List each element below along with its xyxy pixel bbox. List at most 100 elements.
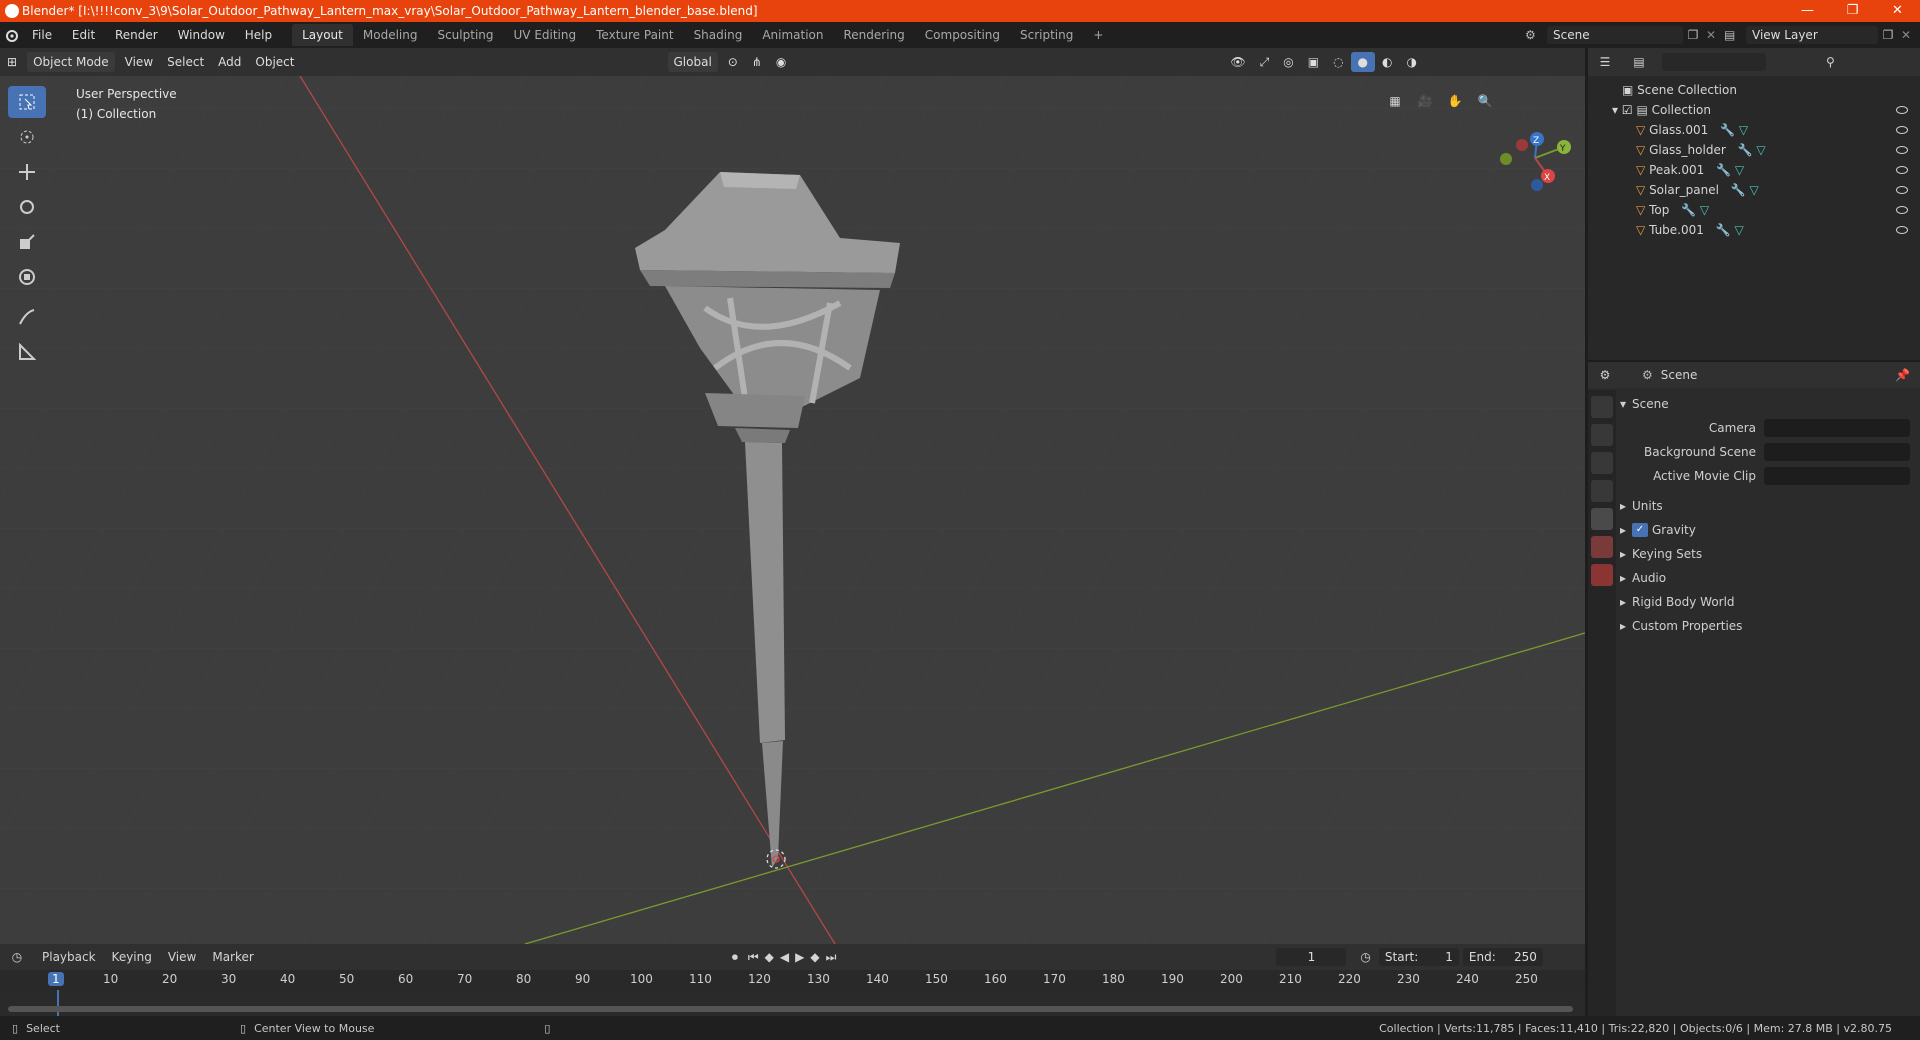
tab-animation[interactable]: Animation — [752, 24, 833, 46]
outliner-row-glass-001[interactable]: ▽ Glass.001 🔧 ▽ — [1588, 120, 1920, 140]
eye-icon[interactable] — [1896, 166, 1908, 174]
frame-tick-current[interactable]: 1 — [48, 972, 64, 986]
menu-edit[interactable]: Edit — [64, 28, 103, 42]
gizmo-toggle-icon[interactable]: ⤢ — [1253, 52, 1277, 72]
maximize-button[interactable]: ❐ — [1830, 0, 1875, 22]
delete-scene-icon[interactable]: ✕ — [1703, 28, 1719, 42]
scene-field[interactable]: Scene — [1547, 26, 1683, 44]
close-button[interactable]: ✕ — [1875, 0, 1920, 22]
marker-menu[interactable]: Marker — [204, 950, 261, 964]
toggle-perspective-icon[interactable]: ▦ — [1380, 88, 1410, 114]
scene-panel-header[interactable]: ▾ Scene — [1620, 392, 1916, 416]
blender-menu-icon[interactable] — [0, 22, 24, 48]
tab-scripting[interactable]: Scripting — [1010, 24, 1083, 46]
start-frame-field[interactable]: Start: 1 — [1378, 948, 1459, 966]
background-scene-field[interactable] — [1764, 443, 1910, 461]
rotate-tool-icon[interactable] — [8, 191, 46, 223]
collection-checkbox[interactable]: ☑ — [1622, 103, 1633, 117]
tab-layout[interactable]: Layout — [292, 24, 353, 46]
outliner-row-top[interactable]: ▽ Top 🔧 ▽ — [1588, 200, 1920, 220]
custom-properties-section[interactable]: ▸ Custom Properties — [1620, 614, 1916, 638]
menu-file[interactable]: File — [24, 28, 60, 42]
new-view-layer-icon[interactable]: ❐ — [1878, 28, 1898, 42]
delete-view-layer-icon[interactable]: ✕ — [1898, 28, 1914, 42]
proportional-editing-icon[interactable]: ◉ — [769, 52, 793, 72]
record-icon[interactable]: ⏺ — [732, 950, 738, 965]
material-shading-icon[interactable]: ◐ — [1375, 52, 1399, 72]
timeline-editor-icon[interactable]: ◷ — [0, 950, 34, 964]
eye-icon[interactable] — [1896, 126, 1908, 134]
scene-tab-icon[interactable] — [1591, 508, 1613, 530]
world-tab-icon[interactable] — [1591, 536, 1613, 558]
object-menu[interactable]: Object — [248, 52, 301, 72]
frame-ruler[interactable]: 1 10 20 30 40 50 60 70 80 90 100 110 120… — [0, 970, 1585, 990]
timeline-view-menu[interactable]: View — [160, 950, 204, 964]
audio-section[interactable]: ▸ Audio — [1620, 566, 1916, 590]
rigid-body-world-section[interactable]: ▸ Rigid Body World — [1620, 590, 1916, 614]
add-menu[interactable]: Add — [211, 52, 248, 72]
outliner-row-solar-panel[interactable]: ▽ Solar_panel 🔧 ▽ — [1588, 180, 1920, 200]
tool-tab-icon[interactable] — [1591, 396, 1613, 418]
view-layer-tab-icon[interactable] — [1591, 480, 1613, 502]
view-layer-field[interactable]: View Layer — [1746, 26, 1878, 44]
eye-icon[interactable] — [1896, 106, 1908, 114]
rendered-shading-icon[interactable]: ◑ — [1400, 52, 1424, 72]
collection-row[interactable]: ▾ ☑ ▤ Collection — [1588, 100, 1920, 120]
active-movie-clip-field[interactable] — [1764, 467, 1910, 485]
editor-type-icon[interactable]: ⊞ — [0, 52, 24, 72]
cursor-tool-icon[interactable] — [8, 121, 46, 153]
playback-menu[interactable]: Playback — [34, 950, 104, 964]
pan-hand-icon[interactable]: ✋ — [1440, 88, 1470, 114]
xray-icon[interactable]: ▣ — [1301, 52, 1326, 72]
properties-editor-icon[interactable]: ⚙ — [1588, 368, 1622, 382]
expand-arrow-icon[interactable]: ▾ — [1612, 103, 1618, 117]
play-icon[interactable]: ▶ — [795, 950, 804, 964]
menu-window[interactable]: Window — [170, 28, 233, 42]
output-tab-icon[interactable] — [1591, 452, 1613, 474]
view-menu[interactable]: View — [118, 52, 160, 72]
current-frame-field[interactable]: 1 — [1276, 948, 1347, 966]
display-mode-icon[interactable]: ▤ — [1622, 55, 1656, 69]
transform-orientation-dropdown[interactable]: Global — [667, 52, 718, 72]
select-box-tool-icon[interactable] — [8, 86, 46, 118]
add-workspace-button[interactable]: + — [1083, 24, 1113, 46]
outliner-row-glass-holder[interactable]: ▽ Glass_holder 🔧 ▽ — [1588, 140, 1920, 160]
outliner-editor-icon[interactable]: ☰ — [1588, 55, 1622, 69]
tab-shading[interactable]: Shading — [684, 24, 753, 46]
tab-compositing[interactable]: Compositing — [915, 24, 1010, 46]
zoom-icon[interactable]: 🔍 — [1470, 88, 1500, 114]
eye-icon[interactable] — [1896, 226, 1908, 234]
outliner-row-tube-001[interactable]: ▽ Tube.001 🔧 ▽ — [1588, 220, 1920, 240]
tab-rendering[interactable]: Rendering — [834, 24, 915, 46]
gravity-section[interactable]: ▸ ✓ Gravity — [1620, 518, 1916, 542]
measure-tool-icon[interactable] — [8, 336, 46, 368]
eye-icon[interactable] — [1896, 146, 1908, 154]
gravity-checkbox[interactable]: ✓ — [1632, 523, 1648, 537]
pivot-point-icon[interactable]: ⊙ — [721, 52, 745, 72]
3d-viewport[interactable]: Z Y X ⊞ Object Mode View Select Add Obje… — [0, 48, 1585, 944]
visibility-icon[interactable]: 👁 — [1223, 52, 1252, 72]
menu-render[interactable]: Render — [107, 28, 166, 42]
jump-end-icon[interactable]: ⏭ — [826, 950, 837, 965]
play-reverse-icon[interactable]: ◀ — [780, 950, 789, 964]
units-section[interactable]: ▸ Units — [1620, 494, 1916, 518]
scene-collection-row[interactable]: ▣ Scene Collection — [1588, 80, 1920, 100]
annotate-tool-icon[interactable] — [8, 301, 46, 333]
camera-field[interactable] — [1764, 419, 1910, 437]
outliner-search-input[interactable] — [1662, 53, 1766, 71]
tab-modeling[interactable]: Modeling — [353, 24, 428, 46]
new-scene-icon[interactable]: ❐ — [1683, 28, 1703, 42]
pin-icon[interactable]: 📌 — [1895, 368, 1910, 382]
object-mode-dropdown[interactable]: Object Mode — [27, 52, 115, 72]
menu-help[interactable]: Help — [237, 28, 280, 42]
eye-icon[interactable] — [1896, 186, 1908, 194]
next-keyframe-icon[interactable]: ◆ — [810, 950, 819, 964]
transform-tool-icon[interactable] — [8, 261, 46, 293]
jump-start-icon[interactable]: ⏮ — [748, 950, 759, 965]
tab-texture-paint[interactable]: Texture Paint — [586, 24, 683, 46]
end-frame-field[interactable]: End: 250 — [1462, 948, 1543, 966]
minimize-button[interactable]: — — [1785, 0, 1830, 22]
eye-icon[interactable] — [1896, 206, 1908, 214]
texture-tab-icon[interactable] — [1591, 564, 1613, 586]
outliner-row-peak-001[interactable]: ▽ Peak.001 🔧 ▽ — [1588, 160, 1920, 180]
